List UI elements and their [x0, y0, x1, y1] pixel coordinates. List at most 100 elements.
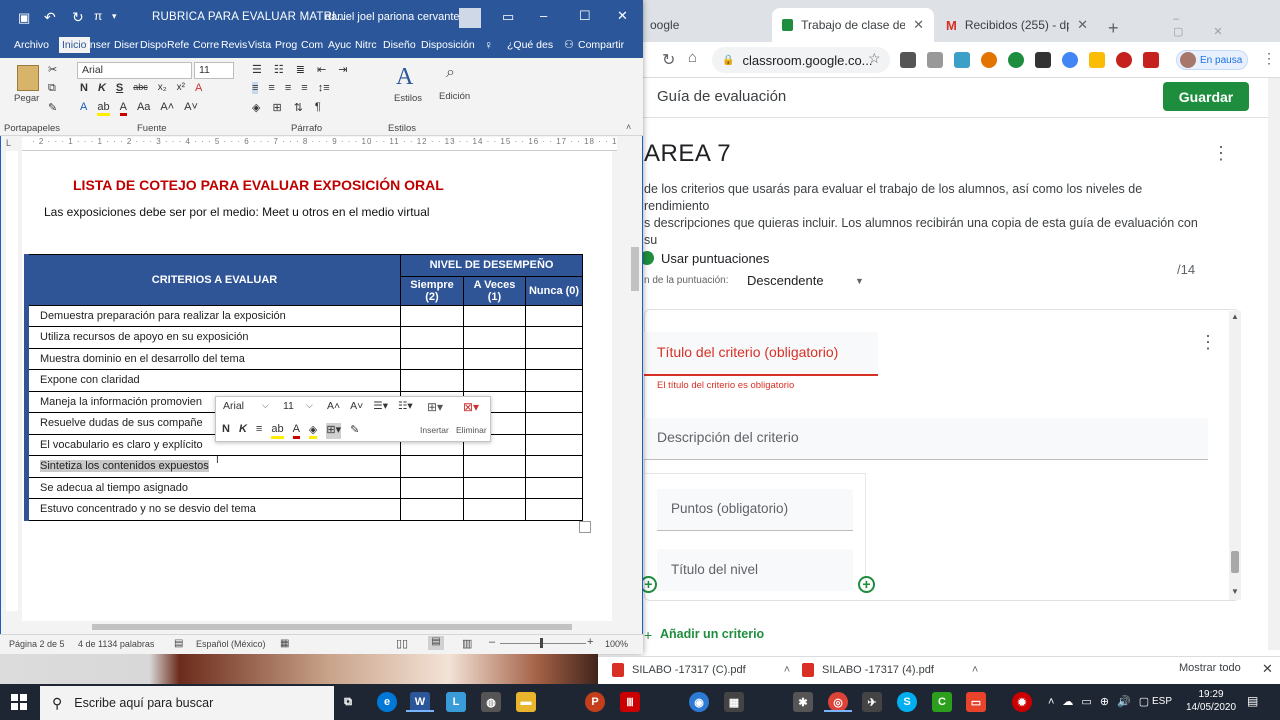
paste-button[interactable]: Pegar [14, 93, 39, 104]
level-column-header[interactable]: Nunca (0) [524, 275, 584, 306]
strikethrough-icon[interactable]: abc [133, 82, 148, 94]
chrome-icon[interactable]: ◎ [824, 692, 852, 712]
tab-ayuda[interactable]: Ayuc [328, 39, 351, 51]
word-icon[interactable]: W [406, 692, 434, 712]
windows-start-icon[interactable] [11, 694, 27, 710]
score-cell[interactable] [400, 369, 464, 392]
chevron-up-icon[interactable]: ˄ [972, 664, 978, 676]
criterion-cell[interactable]: Muestra dominio en el desarrollo del tem… [24, 347, 401, 370]
chrome-tab-classroom[interactable]: Trabajo de clase de "Ma ✕ [772, 8, 934, 42]
score-cell[interactable] [463, 304, 526, 327]
app-icon[interactable]: ✈ [862, 692, 882, 712]
editing-button[interactable]: Edición [439, 91, 470, 102]
score-cell[interactable] [463, 369, 526, 392]
extension-icon[interactable] [900, 52, 916, 68]
tab-revisar[interactable]: Revis [221, 39, 247, 51]
tab-inicio[interactable]: Inicio [59, 37, 90, 53]
table-row[interactable]: Estuvo concentrado y no se desvio del te… [24, 498, 584, 521]
text-effects-icon[interactable]: A [80, 101, 87, 116]
score-cell[interactable] [524, 326, 584, 349]
save-icon[interactable]: ▣ [18, 10, 30, 26]
score-cell[interactable] [463, 455, 526, 478]
score-cell[interactable] [400, 347, 464, 370]
app-icon[interactable]: ◍ [481, 692, 501, 712]
extension-icon[interactable] [1035, 52, 1051, 68]
extension-icon[interactable] [1143, 52, 1159, 68]
profile-paused-button[interactable]: En pausa [1176, 50, 1248, 70]
borders-icon[interactable]: ⊞ [272, 101, 281, 114]
minimize-icon[interactable]: – [540, 8, 547, 23]
close-icon[interactable]: ✕ [1077, 17, 1088, 33]
level-column-header[interactable]: Siempre (2) [400, 275, 464, 306]
extension-icon[interactable] [981, 52, 997, 68]
font-name-select[interactable]: Arial [77, 62, 192, 79]
grow-font-icon[interactable]: A˄ [160, 101, 174, 116]
tab-archivo[interactable]: Archivo [14, 39, 49, 51]
find-icon[interactable]: ⌕ [446, 64, 455, 82]
criterion-cell[interactable]: Se adecua al tiempo asignado [24, 476, 401, 499]
score-cell[interactable] [400, 476, 464, 499]
document-horizontal-scrollbar[interactable] [22, 621, 617, 633]
home-icon[interactable]: ⌂ [688, 49, 697, 66]
close-icon[interactable]: ✕ [1262, 661, 1273, 677]
zoom-slider-thumb[interactable] [540, 638, 543, 648]
bookmark-star-icon[interactable]: ☆ [868, 50, 881, 67]
subscript-icon[interactable]: x₂ [158, 82, 167, 94]
numbering-icon[interactable]: ☷▾ [398, 400, 413, 412]
macro-icon[interactable]: ▦ [280, 638, 289, 649]
points-field[interactable]: Puntos (obligatorio) [657, 489, 853, 531]
score-cell[interactable] [524, 347, 584, 370]
download-item[interactable]: SILABO -17317 (C).pdf ˄ [612, 656, 790, 684]
change-case-icon[interactable]: Aa [137, 101, 150, 116]
print-layout-icon[interactable]: ▤ [428, 636, 444, 650]
borders-icon[interactable]: ⊞▾ [326, 423, 342, 439]
add-icon[interactable]: + [644, 627, 652, 643]
highlight-icon[interactable]: ab [271, 423, 284, 439]
level-title-field[interactable]: Título del nivel [657, 549, 853, 591]
font-size-select[interactable]: 11 [194, 62, 234, 79]
criterion-scrollbar[interactable] [1229, 311, 1241, 600]
format-painter-icon[interactable]: ✎ [48, 101, 57, 114]
extension-icon[interactable] [1008, 52, 1024, 68]
table-row[interactable]: Expone con claridad [24, 369, 584, 392]
line-spacing-icon[interactable]: ↕≡ [318, 82, 330, 94]
chevron-down-icon[interactable]: ⌵ [262, 400, 269, 411]
lightbulb-icon[interactable]: ♀ [484, 38, 493, 52]
align-right-icon[interactable]: ≡ [285, 82, 291, 94]
criterion-cell[interactable]: Utiliza recursos de apoyo en su exposici… [24, 326, 401, 349]
equation-icon[interactable]: π [94, 9, 102, 23]
increase-indent-icon[interactable]: ⇥ [338, 63, 347, 76]
align-left-icon[interactable]: ≡ [252, 82, 259, 94]
bold-button[interactable]: N [222, 423, 230, 439]
read-mode-icon[interactable]: ▯▯ [396, 637, 408, 650]
document-subheading[interactable]: Las exposiciones debe ser por el medio: … [44, 205, 430, 219]
mini-font-size-select[interactable]: 11 [279, 399, 319, 416]
criteria-header[interactable]: CRITERIOS A EVALUAR [24, 254, 401, 306]
cut-icon[interactable]: ✂ [48, 63, 57, 76]
criterion-description-field[interactable]: Descripción del criterio [644, 418, 1208, 460]
web-layout-icon[interactable]: ▥ [462, 637, 472, 650]
add-criterion-link[interactable]: Añadir un criterio [660, 627, 764, 641]
ribbon-display-icon[interactable]: ▭ [502, 9, 514, 25]
clear-format-icon[interactable]: A [195, 82, 202, 94]
styles-button[interactable]: Estilos [394, 93, 422, 104]
criterion-cell[interactable]: Demuestra preparación para realizar la e… [24, 304, 401, 327]
calculator-icon[interactable]: ▦ [724, 692, 744, 712]
system-tray-icons[interactable]: ˄☁▭⊕🔊▢ [1048, 695, 1157, 708]
criterion-cell[interactable]: Sintetiza los contenidos expuestos [24, 455, 401, 478]
add-level-icon[interactable]: + [858, 576, 875, 593]
maximize-icon[interactable]: ☐ [579, 8, 591, 24]
table-row[interactable]: Utiliza recursos de apoyo en su exposici… [24, 326, 584, 349]
close-icon[interactable]: ✕ [617, 8, 628, 24]
tab-diseno-tabla[interactable]: Diseño [383, 39, 416, 51]
zoom-slider[interactable] [500, 643, 586, 644]
document-vertical-scrollbar[interactable] [628, 137, 642, 621]
google-icon[interactable] [1062, 52, 1078, 68]
avatar[interactable] [459, 8, 481, 28]
proofing-icon[interactable]: ▤ [174, 638, 183, 649]
taskbar-search-box[interactable]: ⚲ Escribe aquí para buscar [40, 686, 334, 720]
caret-down-icon[interactable]: ▼ [855, 276, 864, 286]
score-cell[interactable] [524, 390, 584, 413]
close-icon[interactable]: ✕ [913, 17, 924, 33]
scroll-down-icon[interactable]: ▼ [1231, 587, 1239, 596]
